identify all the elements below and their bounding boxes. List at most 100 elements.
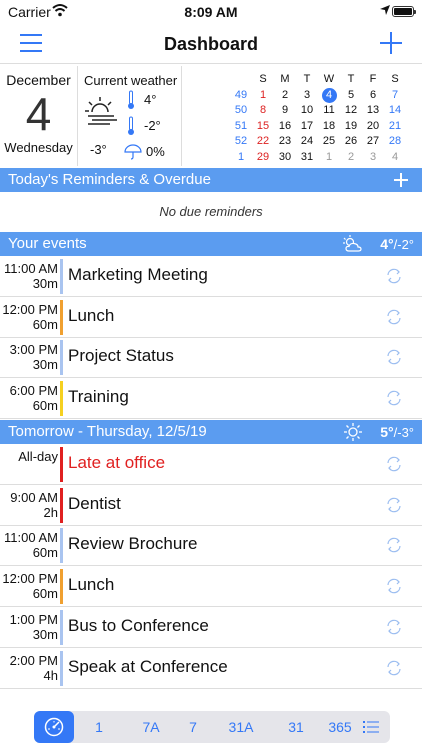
- calendar-color-stripe: [60, 487, 63, 523]
- mini-calendar-day[interactable]: 27: [362, 134, 384, 150]
- mini-calendar-day[interactable]: 15: [252, 119, 274, 135]
- mini-calendar-day[interactable]: 2: [274, 88, 296, 104]
- dashboard-header: December 4 Wednesday Current weather 4°: [0, 66, 422, 166]
- reminders-title: Today's Reminders & Overdue: [8, 171, 211, 188]
- event-title: Speak at Conference: [68, 656, 228, 676]
- mini-calendar-day[interactable]: 21: [384, 119, 406, 135]
- mini-calendar[interactable]: S M T W T F S 49 1 2 3 4 5 6 7 50 8 9 10 11 12 13 14 51 15 16 17 18…: [230, 72, 420, 165]
- event-time: 9:00 AM: [10, 489, 58, 505]
- event-time: 12:00 PM: [2, 571, 58, 587]
- mini-calendar-day[interactable]: 3: [296, 88, 318, 104]
- event-duration: 30m: [32, 276, 58, 291]
- mini-calendar-day[interactable]: 8: [252, 103, 274, 119]
- reminders-header[interactable]: Today's Reminders & Overdue: [0, 168, 422, 192]
- mini-calendar-day[interactable]: 1: [318, 150, 340, 166]
- sync-icon[interactable]: [386, 497, 402, 513]
- week-number[interactable]: 1: [230, 150, 252, 166]
- event-duration: 60m: [32, 545, 58, 561]
- event-title: Training: [68, 387, 129, 407]
- mini-calendar-day[interactable]: 16: [274, 119, 296, 135]
- tab-view-1[interactable]: 1: [82, 711, 116, 743]
- mini-calendar-today[interactable]: 4: [321, 87, 337, 103]
- mini-calendar-day[interactable]: 20: [362, 119, 384, 135]
- mini-calendar-day[interactable]: 23: [274, 134, 296, 150]
- mini-calendar-week: 51 15 16 17 18 19 20 21: [230, 119, 420, 135]
- event-time: All-day: [18, 449, 58, 464]
- mini-calendar-day[interactable]: 11: [318, 103, 340, 119]
- event-time: 11:00 AM: [4, 530, 58, 546]
- today-month: December: [6, 72, 71, 88]
- tab-view-31a[interactable]: 31A: [218, 711, 264, 743]
- weekday-header: F: [369, 73, 377, 85]
- sync-icon[interactable]: [386, 268, 402, 284]
- event-time-block: 11:00 AM 60m: [4, 530, 58, 560]
- tab-view-365[interactable]: 365: [320, 711, 360, 743]
- week-number[interactable]: 49: [230, 88, 252, 104]
- mini-calendar-day[interactable]: 10: [296, 103, 318, 119]
- week-number[interactable]: 50: [230, 103, 252, 119]
- sync-icon[interactable]: [386, 390, 402, 406]
- mini-calendar-day[interactable]: 17: [296, 119, 318, 135]
- current-weather[interactable]: Current weather 4° -2° -3° 0%: [78, 66, 182, 166]
- mini-calendar-day[interactable]: 3: [362, 150, 384, 166]
- today-weekday: Wednesday: [4, 140, 73, 155]
- add-icon[interactable]: [380, 32, 402, 54]
- event-time-block: 12:00 PM 60m: [2, 302, 58, 332]
- event-row[interactable]: 12:00 PM 60m Lunch: [0, 567, 422, 608]
- sync-icon[interactable]: [386, 537, 402, 553]
- mini-calendar-day[interactable]: 5: [340, 88, 362, 104]
- add-reminder-icon[interactable]: [394, 173, 408, 187]
- event-row[interactable]: 9:00 AM 2h Dentist: [0, 486, 422, 526]
- list-icon: [363, 721, 379, 733]
- mini-calendar-day[interactable]: 24: [296, 134, 318, 150]
- mini-calendar-day[interactable]: 1: [252, 88, 274, 104]
- tab-view-31[interactable]: 31: [276, 711, 316, 743]
- mini-calendar-day[interactable]: 29: [252, 150, 274, 166]
- today-date-box[interactable]: December 4 Wednesday: [0, 66, 78, 166]
- mini-calendar-day[interactable]: 25: [318, 134, 340, 150]
- event-row[interactable]: 6:00 PM 60m Training: [0, 379, 422, 420]
- sync-icon[interactable]: [386, 349, 402, 365]
- week-number[interactable]: 52: [230, 134, 252, 150]
- event-row[interactable]: 2:00 PM 4h Speak at Conference: [0, 649, 422, 689]
- sync-icon[interactable]: [386, 660, 402, 676]
- mini-calendar-day[interactable]: 18: [318, 119, 340, 135]
- mini-calendar-day[interactable]: 2: [340, 150, 362, 166]
- mini-calendar-day[interactable]: 31: [296, 150, 318, 166]
- sync-icon[interactable]: [386, 619, 402, 635]
- events-today-header[interactable]: Your events 4°/-2°: [0, 232, 422, 256]
- tab-dashboard[interactable]: [34, 711, 74, 743]
- event-title: Review Brochure: [68, 534, 198, 554]
- sync-icon[interactable]: [386, 309, 402, 325]
- mini-calendar-day[interactable]: 22: [252, 134, 274, 150]
- battery-icon: [392, 6, 416, 17]
- events-tomorrow-header[interactable]: Tomorrow - Thursday, 12/5/19 5°/-3°: [0, 420, 422, 444]
- mini-calendar-day[interactable]: 13: [362, 103, 384, 119]
- event-row[interactable]: 3:00 PM 30m Project Status: [0, 338, 422, 379]
- event-time-block: 1:00 PM 30m: [10, 612, 58, 642]
- mini-calendar-day[interactable]: 14: [384, 103, 406, 119]
- weather-high: 4°: [144, 92, 157, 107]
- mini-calendar-week: 50 8 9 10 11 12 13 14: [230, 103, 420, 119]
- sync-icon[interactable]: [386, 456, 402, 472]
- mini-calendar-day[interactable]: 26: [340, 134, 362, 150]
- mini-calendar-day[interactable]: 6: [362, 88, 384, 104]
- calendar-color-stripe: [60, 259, 63, 294]
- event-row[interactable]: All-day Late at office: [0, 445, 422, 485]
- mini-calendar-day[interactable]: 28: [384, 134, 406, 150]
- event-row[interactable]: 1:00 PM 30m Bus to Conference: [0, 608, 422, 648]
- mini-calendar-day[interactable]: 9: [274, 103, 296, 119]
- tab-view-7[interactable]: 7: [174, 711, 212, 743]
- mini-calendar-day[interactable]: 7: [384, 88, 406, 104]
- event-title: Lunch: [68, 305, 115, 325]
- mini-calendar-day[interactable]: 19: [340, 119, 362, 135]
- event-row[interactable]: 11:00 AM 60m Review Brochure: [0, 526, 422, 567]
- event-row[interactable]: 12:00 PM 60m Lunch: [0, 298, 422, 338]
- week-number[interactable]: 51: [230, 119, 252, 135]
- mini-calendar-day[interactable]: 30: [274, 150, 296, 166]
- event-row[interactable]: 11:00 AM 30m Marketing Meeting: [0, 257, 422, 297]
- tab-view-7a[interactable]: 7A: [132, 711, 170, 743]
- mini-calendar-day[interactable]: 12: [340, 103, 362, 119]
- sync-icon[interactable]: [386, 578, 402, 594]
- mini-calendar-day[interactable]: 4: [384, 150, 406, 166]
